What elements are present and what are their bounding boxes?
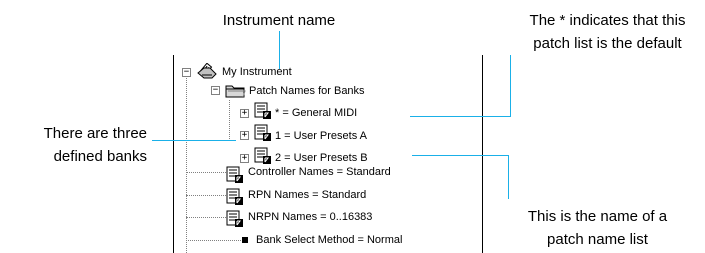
expand-toggle[interactable]: + [240, 131, 249, 140]
patch-list-icon [226, 210, 243, 227]
annotation-instrument-name: Instrument name [222, 12, 336, 29]
bullet-icon [242, 237, 248, 243]
collapse-toggle[interactable]: − [182, 68, 191, 77]
folder-icon [225, 85, 246, 98]
patch-list-icon [226, 188, 243, 205]
tree-item-patch-names-folder[interactable]: Patch Names for Banks [249, 85, 365, 98]
tree-item-controller-names[interactable]: Controller Names = Standard [248, 166, 391, 179]
leader-default [510, 55, 511, 116]
tree-line [186, 195, 226, 196]
tree-view[interactable]: − My Instrument − Patch Names for Banks … [173, 55, 483, 253]
tree-item-bank[interactable]: * = General MIDI [275, 107, 357, 120]
tree-item-bank[interactable]: 2 = User Presets B [275, 152, 368, 165]
leader-banks [152, 140, 236, 141]
tree-item-root[interactable]: My Instrument [222, 66, 292, 79]
instrument-icon [197, 63, 217, 79]
leader-instrument-name [279, 31, 280, 69]
tree-line [186, 172, 226, 173]
annotation-default-line1: The * indicates that this [529, 12, 686, 29]
leader-patch-list [508, 155, 509, 199]
annotation-patch-list-line2: patch name list [547, 231, 648, 248]
expand-toggle[interactable]: + [240, 109, 249, 118]
tree-line [186, 240, 241, 241]
annotation-banks-line1: There are three [43, 125, 147, 142]
tree-item-bank[interactable]: 1 = User Presets A [275, 130, 367, 143]
tree-item-rpn-names[interactable]: RPN Names = Standard [248, 189, 366, 202]
leader-default [410, 116, 511, 117]
annotation-patch-list-line1: This is the name of a [527, 208, 668, 225]
patch-list-icon [254, 102, 271, 119]
annotation-banks-line2: defined banks [53, 148, 147, 165]
tree-line [186, 217, 226, 218]
leader-patch-list [412, 155, 508, 156]
patch-list-icon [254, 124, 271, 141]
expand-toggle[interactable]: + [240, 154, 249, 163]
tree-line [229, 100, 230, 141]
tree-line [186, 78, 187, 253]
annotation-default-line2: patch list is the default [533, 35, 682, 52]
tree-item-bank-select[interactable]: Bank Select Method = Normal [256, 234, 402, 247]
patch-list-icon [226, 166, 243, 183]
patch-list-icon [254, 147, 271, 164]
collapse-toggle[interactable]: − [211, 86, 220, 95]
tree-item-nrpn-names[interactable]: NRPN Names = 0..16383 [248, 211, 372, 224]
